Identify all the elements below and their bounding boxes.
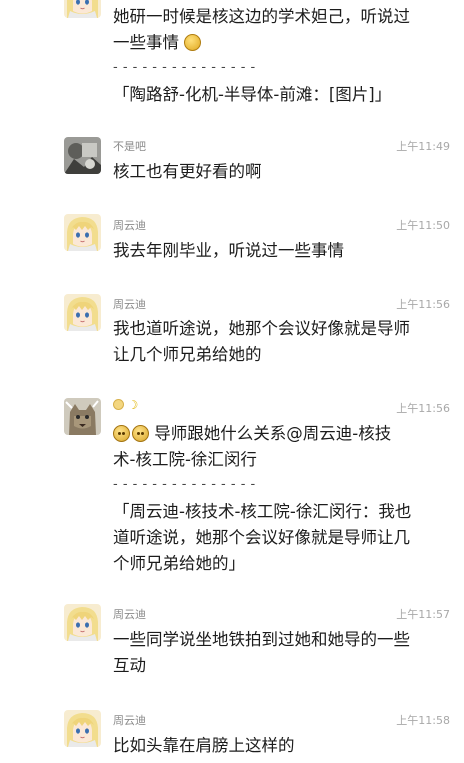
avatar[interactable]	[64, 294, 101, 331]
message-body[interactable]: 比如头靠在肩膀上这样的	[113, 733, 448, 759]
message-line: 互动	[113, 656, 146, 675]
message-line: 比如头靠在肩膀上这样的	[113, 736, 295, 755]
sender-name[interactable]: 周云迪	[113, 296, 146, 312]
face-emoji-icon	[132, 425, 149, 442]
message-line: 我去年刚毕业，听说过一些事情	[113, 241, 344, 260]
timestamp: 上午11:56	[396, 298, 450, 311]
message-line: 一些同学说坐地铁拍到过她和她导的一些	[113, 630, 410, 649]
message-body[interactable]: 核工也有更好看的啊	[113, 159, 448, 185]
timestamp: 上午11:57	[396, 608, 450, 621]
message-body[interactable]: 一些同学说坐地铁拍到过她和她导的一些 互动	[113, 627, 448, 679]
timestamp: 上午11:56	[396, 402, 450, 415]
sender-name[interactable]: 周云迪	[113, 606, 146, 622]
message-body[interactable]: 我去年刚毕业，听说过一些事情	[113, 238, 448, 264]
avatar[interactable]	[64, 398, 101, 435]
moon-icon: ☽	[127, 398, 139, 412]
sender-name[interactable]: 不是吧	[113, 138, 146, 154]
anime-girl-avatar-icon	[64, 294, 101, 331]
anime-girl-avatar-icon	[64, 214, 101, 251]
avatar[interactable]	[64, 0, 101, 18]
timestamp: 上午11:58	[396, 714, 450, 727]
quoted-reply[interactable]: 个师兄弟给她的」	[113, 551, 448, 577]
sun-emoji-icon	[113, 399, 124, 410]
sender-name[interactable]: ☽	[113, 398, 138, 412]
timestamp: 上午11:50	[396, 219, 450, 232]
anime-girl-avatar-icon	[64, 0, 101, 18]
anime-girl-avatar-icon	[64, 710, 101, 747]
message-body[interactable]: 我也道听途说，她那个会议好像就是导师 让几个师兄弟给她的	[113, 316, 448, 368]
sender-name[interactable]: 周云迪	[113, 712, 146, 728]
avatar[interactable]	[64, 214, 101, 251]
message-line: 核工也有更好看的啊	[113, 162, 262, 181]
message-line: 让几个师兄弟给她的	[113, 345, 262, 364]
quoted-reply[interactable]: 道听途说，她那个会议好像就是导师让几	[113, 525, 448, 551]
anime-girl-avatar-icon	[64, 604, 101, 641]
timestamp: 上午11:49	[396, 140, 450, 153]
grin-emoji-icon	[184, 34, 202, 51]
cat-photo-avatar-icon	[64, 398, 101, 435]
avatar[interactable]	[64, 710, 101, 747]
quote-separator: - - - - - - - - - - - - - - -	[113, 477, 256, 492]
gray-photo-avatar-icon	[64, 137, 101, 174]
avatar[interactable]	[64, 137, 101, 174]
message-line: 我也道听途说，她那个会议好像就是导师	[113, 319, 410, 338]
message-body[interactable]: 她研一时候是核这边的学术妲己，听说过 一些事情 - - - - - - - - …	[113, 4, 448, 108]
quoted-reply[interactable]: 「陶路舒-化机-半导体-前滩：[图片]」	[113, 82, 448, 108]
sender-name[interactable]: 周云迪	[113, 217, 146, 233]
avatar[interactable]	[64, 604, 101, 641]
face-emoji-icon	[113, 425, 130, 442]
message-line: 一些事情	[113, 30, 448, 56]
quote-separator: - - - - - - - - - - - - - - -	[113, 60, 256, 75]
message-line: 术-核工院-徐汇闵行	[113, 450, 257, 469]
message-line: 导师跟她什么关系@周云迪-核技	[113, 421, 448, 447]
quoted-reply[interactable]: 「周云迪-核技术-核工院-徐汇闵行：我也	[113, 499, 448, 525]
message-body[interactable]: 导师跟她什么关系@周云迪-核技 术-核工院-徐汇闵行 - - - - - - -…	[113, 421, 448, 577]
message-line: 她研一时候是核这边的学术妲己，听说过	[113, 7, 410, 26]
